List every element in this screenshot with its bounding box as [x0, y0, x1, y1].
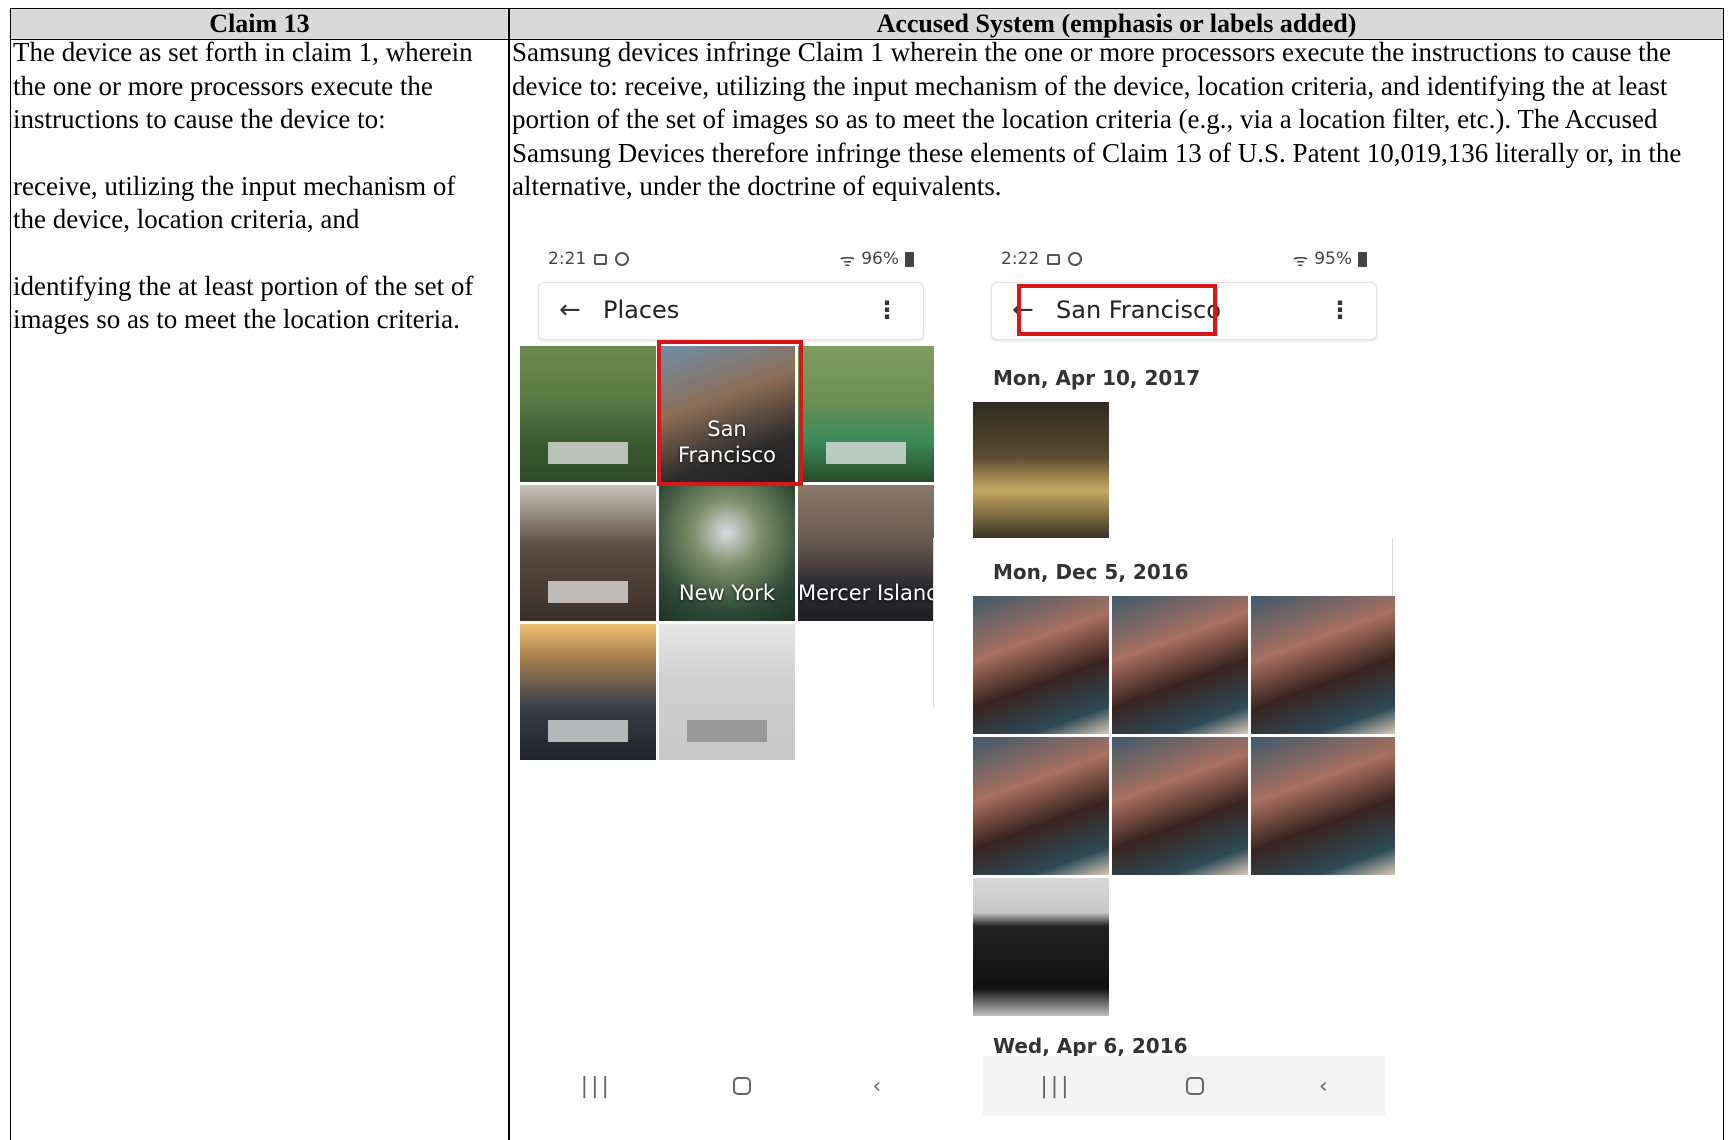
tile-label-new-york: New York [678, 581, 776, 605]
photo-thumbnail[interactable] [1251, 596, 1395, 734]
battery-icon [905, 251, 914, 267]
battery-icon [1358, 251, 1367, 267]
clock: 2:21 [548, 249, 587, 269]
photo-thumbnail[interactable] [1112, 596, 1248, 734]
phone-screenshot-san-francisco: 2:22 ᯤ 95% ← San Francisco ⋮ Mon, Apr 10… [973, 238, 1395, 1116]
blurred-label [548, 720, 628, 742]
photo-thumbnail[interactable] [973, 878, 1109, 1016]
place-tile[interactable] [520, 346, 656, 482]
claim-paragraph-3: identifying the at least portion of the … [13, 270, 474, 335]
date-header: Wed, Apr 6, 2016 [993, 1034, 1188, 1058]
accused-system-text: Samsung devices infringe Claim 1 wherein… [512, 37, 1682, 201]
blurred-label [548, 442, 628, 464]
nav-back-icon[interactable]: ‹ [873, 1074, 882, 1099]
column-divider [508, 9, 510, 1140]
home-icon[interactable] [1186, 1077, 1205, 1095]
header-accused-system: Accused System (emphasis or labels added… [876, 9, 1357, 38]
nav-back-icon[interactable]: ‹ [1319, 1074, 1328, 1099]
photo-thumbnail[interactable] [1112, 737, 1248, 875]
blurred-label [687, 720, 767, 742]
gallery-icon [1047, 253, 1061, 265]
battery-level: 95% [1314, 249, 1352, 269]
tile-label-mercer-island: Mercer Island [798, 581, 934, 605]
status-bar: 2:21 ᯤ 96% [548, 246, 914, 272]
signal-icon: ᯤ [839, 250, 856, 271]
phone-screenshot-places: 2:21 ᯤ 96% ← Places ⋮ San Francisco New … [520, 238, 942, 1116]
more-vert-icon[interactable]: ⋮ [875, 295, 899, 325]
back-arrow-icon[interactable]: ← [559, 295, 581, 325]
date-header: Mon, Dec 5, 2016 [993, 560, 1189, 584]
nav-bar: ||| ‹ [983, 1056, 1385, 1116]
recent-apps-icon[interactable]: ||| [1040, 1074, 1071, 1099]
blurred-label [548, 581, 628, 603]
table-right-border [1722, 9, 1724, 1140]
clock: 2:22 [1001, 249, 1040, 269]
photo-thumbnail[interactable] [973, 596, 1109, 734]
place-tile[interactable] [520, 624, 656, 760]
photo-thumbnail[interactable] [973, 402, 1109, 538]
signal-icon: ᯤ [1292, 250, 1309, 271]
gallery-icon [594, 253, 608, 265]
battery-level: 96% [861, 249, 899, 269]
claim-paragraph-2: receive, utilizing the input mechanism o… [13, 170, 456, 235]
header-claim: Claim 13 [209, 9, 310, 38]
claim-paragraph-1: The device as set forth in claim 1, wher… [13, 37, 473, 134]
app-bar: ← Places ⋮ [538, 282, 924, 340]
photo-thumbnail[interactable] [1251, 737, 1395, 875]
claim-text: The device as set forth in claim 1, wher… [13, 36, 489, 337]
photo-thumbnail[interactable] [973, 737, 1109, 875]
place-tile[interactable] [520, 485, 656, 621]
status-bar: 2:22 ᯤ 95% [1001, 246, 1367, 272]
place-tile[interactable] [659, 624, 795, 760]
home-icon[interactable] [733, 1077, 752, 1095]
blurred-label [826, 442, 906, 464]
date-header: Mon, Apr 10, 2017 [993, 366, 1201, 390]
scroll-edge [933, 538, 934, 708]
place-tile[interactable] [798, 346, 934, 482]
place-tile-new-york[interactable]: New York [659, 485, 795, 621]
sync-icon [615, 252, 630, 266]
more-vert-icon[interactable]: ⋮ [1328, 295, 1352, 325]
recent-apps-icon[interactable]: ||| [581, 1074, 612, 1099]
highlight-box-san-francisco [657, 340, 803, 486]
highlight-box-title [1017, 284, 1217, 336]
nav-bar: ||| ‹ [520, 1056, 942, 1116]
sync-icon [1068, 252, 1083, 266]
page-title: Places [603, 296, 680, 324]
place-tile-mercer-island[interactable]: Mercer Island [798, 485, 934, 621]
